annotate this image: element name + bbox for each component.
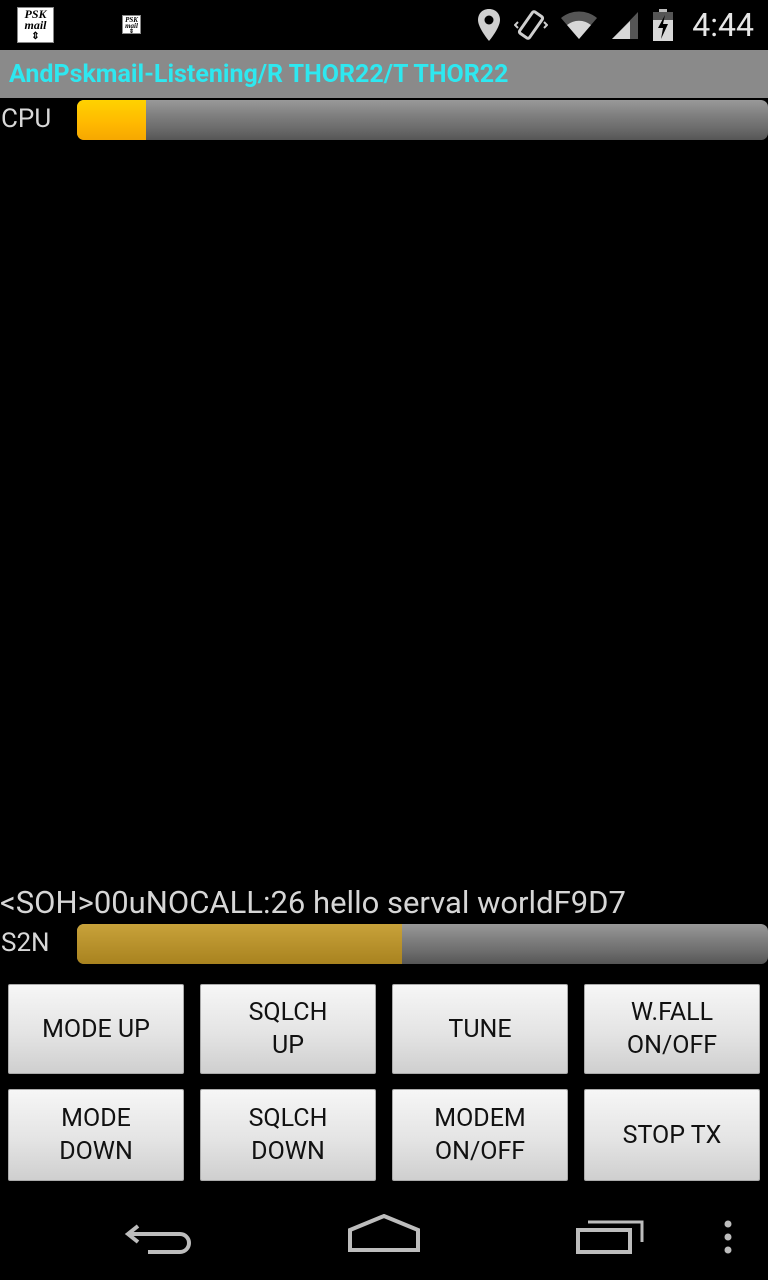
cpu-progress-fill (77, 100, 147, 140)
vibrate-icon (514, 10, 549, 40)
battery-charging-icon (653, 9, 674, 41)
pskmail-app-icon: PSK mail ⇕ (17, 7, 54, 43)
cpu-label: CPU (1, 104, 52, 134)
recents-icon[interactable] (574, 1218, 646, 1256)
s2n-label: S2N (1, 928, 50, 958)
mode-up-button[interactable]: MODE UP (8, 984, 184, 1074)
title-bar: AndPskmail-Listening/R THOR22/T THOR22 (0, 50, 768, 98)
s2n-progress-bar (77, 924, 768, 964)
app-title: AndPskmail-Listening/R THOR22/T THOR22 (9, 60, 509, 89)
wifi-icon (561, 11, 598, 40)
status-clock: 4:44 (692, 6, 754, 44)
received-text: <SOH>00uNOCALL:26 hello serval worldF9D7 (0, 884, 626, 921)
back-icon[interactable] (124, 1218, 196, 1258)
s2n-progress-fill (77, 924, 402, 964)
terminal-area (0, 142, 768, 882)
signal-icon (612, 12, 639, 39)
squelch-up-button[interactable]: SQLCH UP (200, 984, 376, 1074)
pskmail-small-icon: PSK mail ⇕ (122, 15, 141, 35)
modem-toggle-button[interactable]: MODEM ON/OFF (392, 1089, 568, 1181)
status-bar: PSK mail ⇕ PSK mail ⇕ 4:44 (0, 0, 768, 50)
tune-button[interactable]: TUNE (392, 984, 568, 1074)
squelch-down-button[interactable]: SQLCH DOWN (200, 1089, 376, 1181)
mode-down-button[interactable]: MODE DOWN (8, 1089, 184, 1181)
waterfall-toggle-button[interactable]: W.FALL ON/OFF (584, 984, 760, 1074)
location-icon (478, 9, 501, 41)
home-icon[interactable] (346, 1214, 422, 1254)
stop-tx-button[interactable]: STOP TX (584, 1089, 760, 1181)
cpu-progress-bar (77, 100, 768, 140)
overflow-menu-icon[interactable] (720, 1218, 736, 1258)
navigation-bar (0, 1188, 768, 1280)
